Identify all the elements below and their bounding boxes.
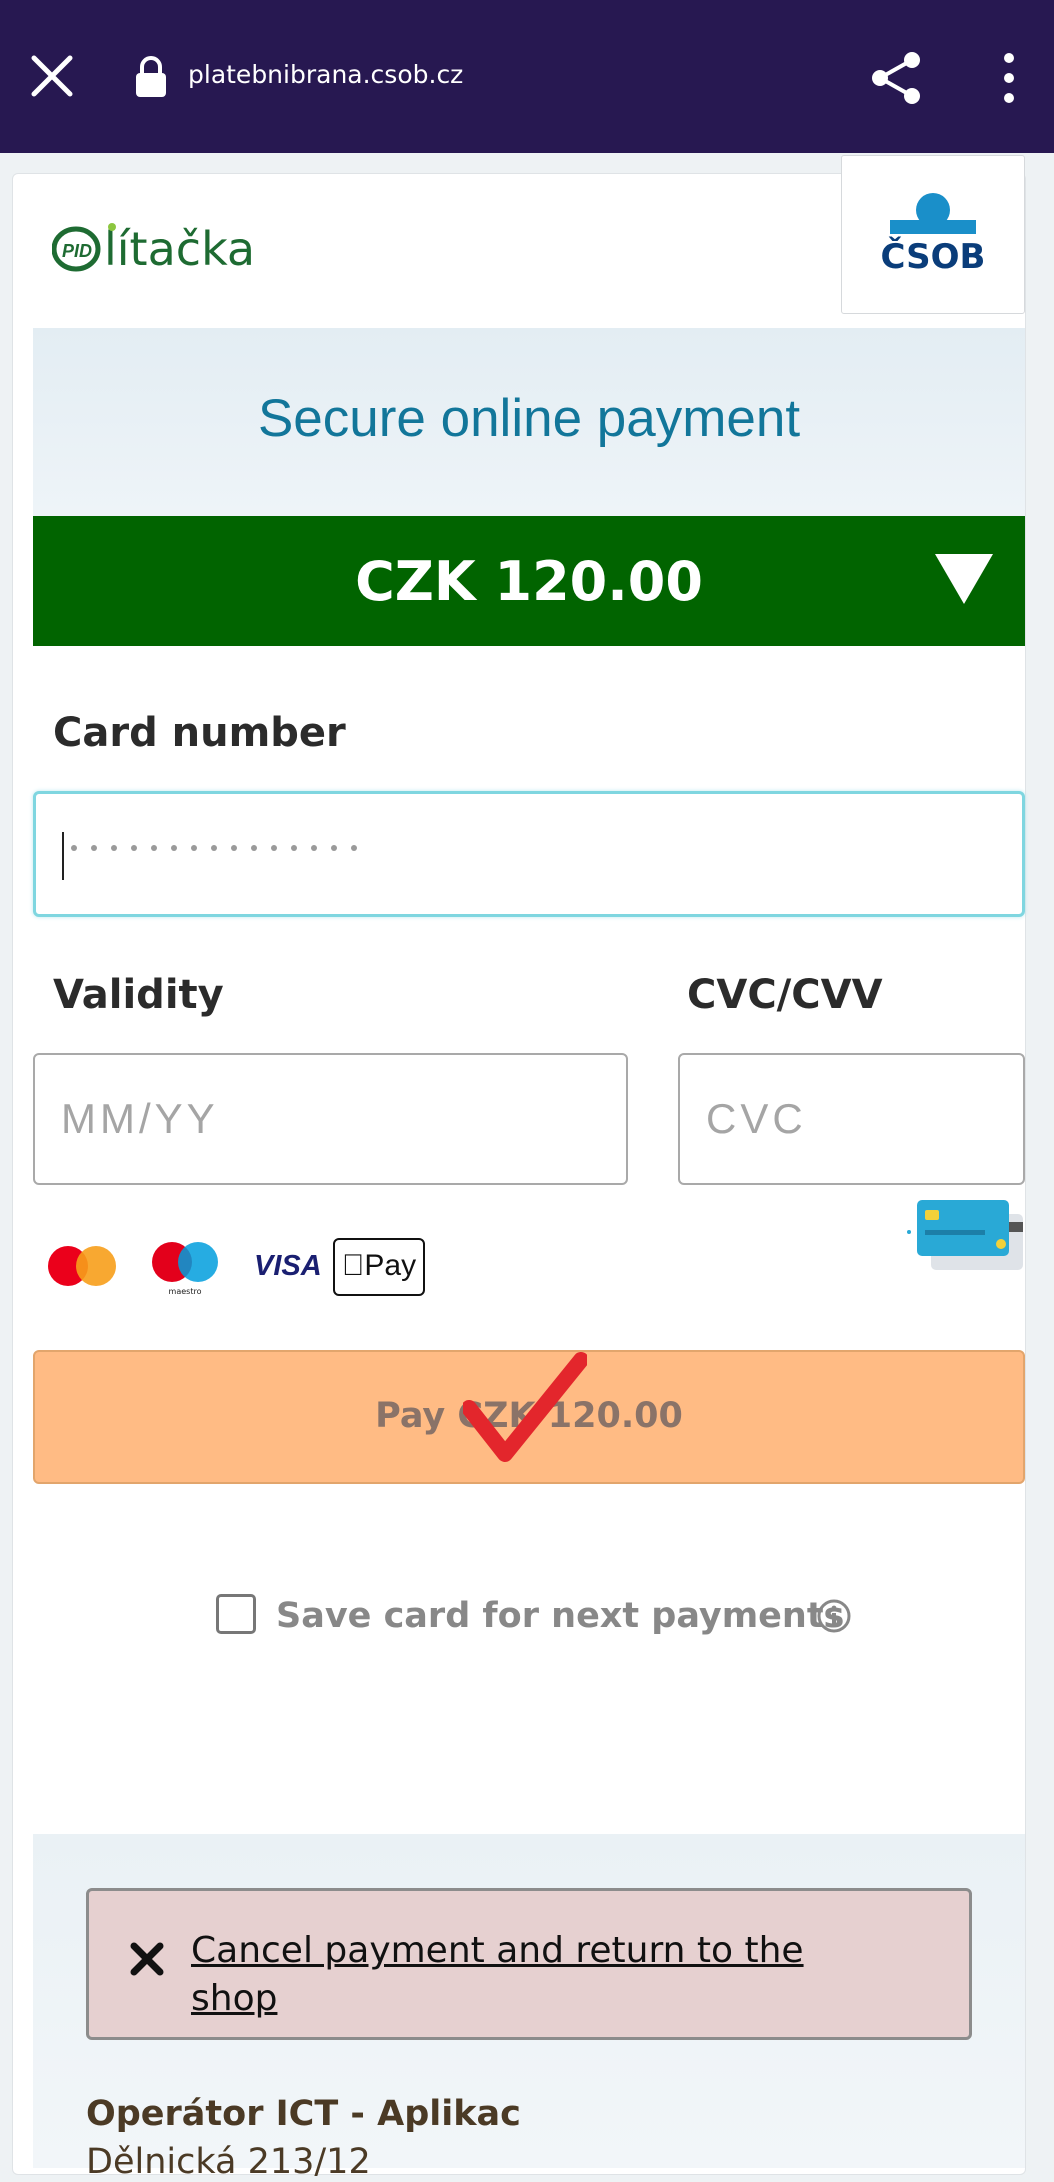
svg-text:ČSOB: ČSOB (881, 236, 986, 277)
apple-icon:  (342, 1249, 365, 1282)
amount-text: CZK 120.00 (355, 550, 703, 613)
cancel-payment-link[interactable]: Cancel payment and return to the shop (191, 1927, 891, 2023)
cvc-input[interactable] (680, 1055, 1023, 1183)
lock-icon (136, 56, 166, 97)
cvc-field[interactable] (678, 1053, 1025, 1185)
browser-toolbar: platebnibrana.csob.cz (0, 0, 1054, 153)
mastercard-icon (48, 1246, 116, 1286)
close-icon (130, 1942, 164, 1976)
cvc-label: CVC/CVV (687, 972, 883, 1018)
apple-pay-icon: Pay (333, 1238, 425, 1296)
url-text[interactable]: platebnibrana.csob.cz (188, 60, 463, 89)
share-icon[interactable] (868, 50, 924, 106)
svg-text:maestro: maestro (169, 1287, 202, 1296)
text-caret (62, 832, 64, 880)
pay-button-label: Pay CZK 120.00 (375, 1396, 683, 1436)
save-card-checkbox[interactable] (216, 1594, 256, 1634)
triangle-down-icon[interactable] (933, 552, 995, 606)
save-card-row: Save card for next payments (216, 1594, 856, 1644)
validity-field[interactable] (33, 1053, 628, 1185)
operator-name: Operátor ICT - Aplikac (86, 2094, 521, 2134)
maestro-icon: maestro (152, 1242, 218, 1296)
save-card-label[interactable]: Save card for next payments (276, 1596, 844, 1636)
visa-icon: VISA (254, 1250, 322, 1282)
close-icon[interactable] (28, 52, 76, 100)
csob-logo: ČSOB (841, 155, 1025, 314)
card-number-label: Card number (53, 710, 346, 756)
page-title: Secure online payment (257, 389, 801, 448)
svg-text:PID: PID (62, 241, 92, 261)
info-icon[interactable] (816, 1598, 852, 1634)
more-vert-icon[interactable] (994, 50, 1024, 106)
cancel-payment-button[interactable]: Cancel payment and return to the shop (86, 1888, 972, 2040)
operator-address: Dělnická 213/12 (86, 2142, 371, 2182)
card-number-field[interactable] (33, 791, 1025, 917)
card-number-placeholder-dots (71, 845, 357, 851)
svg-text:lítačka: lítačka (104, 222, 255, 276)
secure-payment-header: Secure online payment (33, 328, 1025, 516)
validity-label: Validity (53, 972, 224, 1018)
amount-summary-toggle[interactable]: CZK 120.00 (33, 516, 1025, 646)
card-cvc-illustration (907, 1200, 1023, 1270)
pay-button[interactable]: Pay CZK 120.00 (33, 1350, 1025, 1484)
litacka-logo: PID lítačka (52, 222, 255, 276)
validity-input[interactable] (35, 1055, 626, 1183)
